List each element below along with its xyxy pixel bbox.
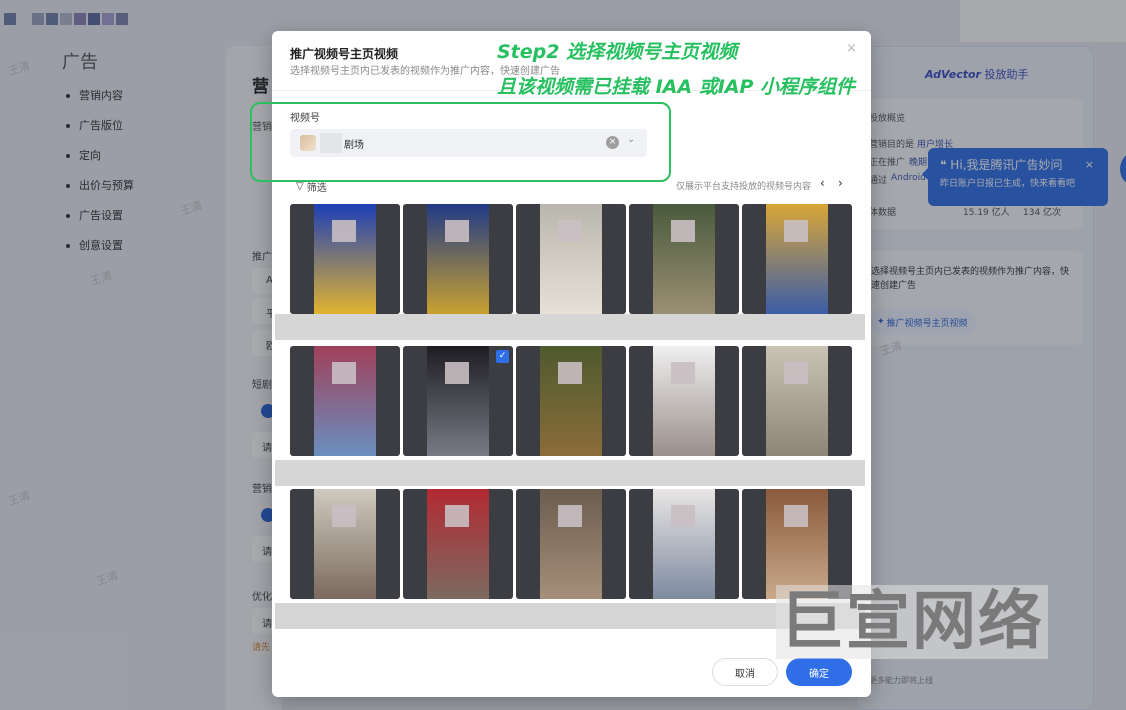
caption-mask	[275, 314, 865, 340]
blurred-face	[784, 362, 808, 384]
watermark-logo: 巨宣网络	[776, 585, 1048, 659]
video-row: ✓	[290, 346, 852, 456]
video-thumbnail[interactable]: ✓	[403, 346, 513, 456]
chevron-right-icon[interactable]: ›	[838, 176, 843, 190]
blurred-face	[445, 362, 469, 384]
confirm-button[interactable]: 确定	[786, 658, 852, 686]
video-thumbnail[interactable]	[629, 204, 739, 314]
video-thumbnail[interactable]	[290, 346, 400, 456]
blurred-face	[558, 362, 582, 384]
blurred-face	[332, 220, 356, 242]
blurred-face	[332, 362, 356, 384]
blurred-face	[671, 220, 695, 242]
platform-hint: 仅展示平台支持投放的视频号内容	[676, 182, 812, 192]
video-thumbnail[interactable]	[516, 489, 626, 599]
chevron-left-icon[interactable]: ‹	[820, 176, 825, 190]
step-note: 且该视频需已挂载 IAA 或IAP 小程序组件	[497, 76, 856, 98]
blurred-face	[784, 220, 808, 242]
video-thumbnail[interactable]	[516, 204, 626, 314]
highlight-frame	[250, 102, 671, 182]
modal-title: 推广视频号主页视频	[290, 47, 399, 61]
close-icon[interactable]: ×	[846, 41, 857, 56]
blurred-face	[671, 362, 695, 384]
video-row	[290, 489, 852, 599]
selected-check-icon[interactable]: ✓	[496, 350, 509, 363]
video-thumbnail[interactable]	[290, 204, 400, 314]
video-row	[290, 204, 852, 314]
video-thumbnail[interactable]	[629, 489, 739, 599]
video-thumbnail[interactable]	[516, 346, 626, 456]
caption-mask	[275, 460, 865, 486]
video-thumbnail[interactable]	[403, 489, 513, 599]
video-thumbnail[interactable]	[290, 489, 400, 599]
step-title: Step2 选择视频号主页视频	[497, 41, 738, 63]
blurred-face	[671, 505, 695, 527]
video-thumbnail[interactable]	[742, 204, 852, 314]
video-thumbnail[interactable]	[403, 204, 513, 314]
video-thumbnail[interactable]	[629, 346, 739, 456]
video-thumbnail[interactable]	[742, 346, 852, 456]
blurred-face	[445, 220, 469, 242]
video-thumbnail[interactable]	[742, 489, 852, 599]
blurred-face	[445, 505, 469, 527]
blurred-face	[332, 505, 356, 527]
cancel-button[interactable]: 取消	[712, 658, 778, 686]
blurred-face	[558, 220, 582, 242]
filter-icon: ▽	[296, 181, 304, 192]
blurred-face	[784, 505, 808, 527]
blurred-face	[558, 505, 582, 527]
